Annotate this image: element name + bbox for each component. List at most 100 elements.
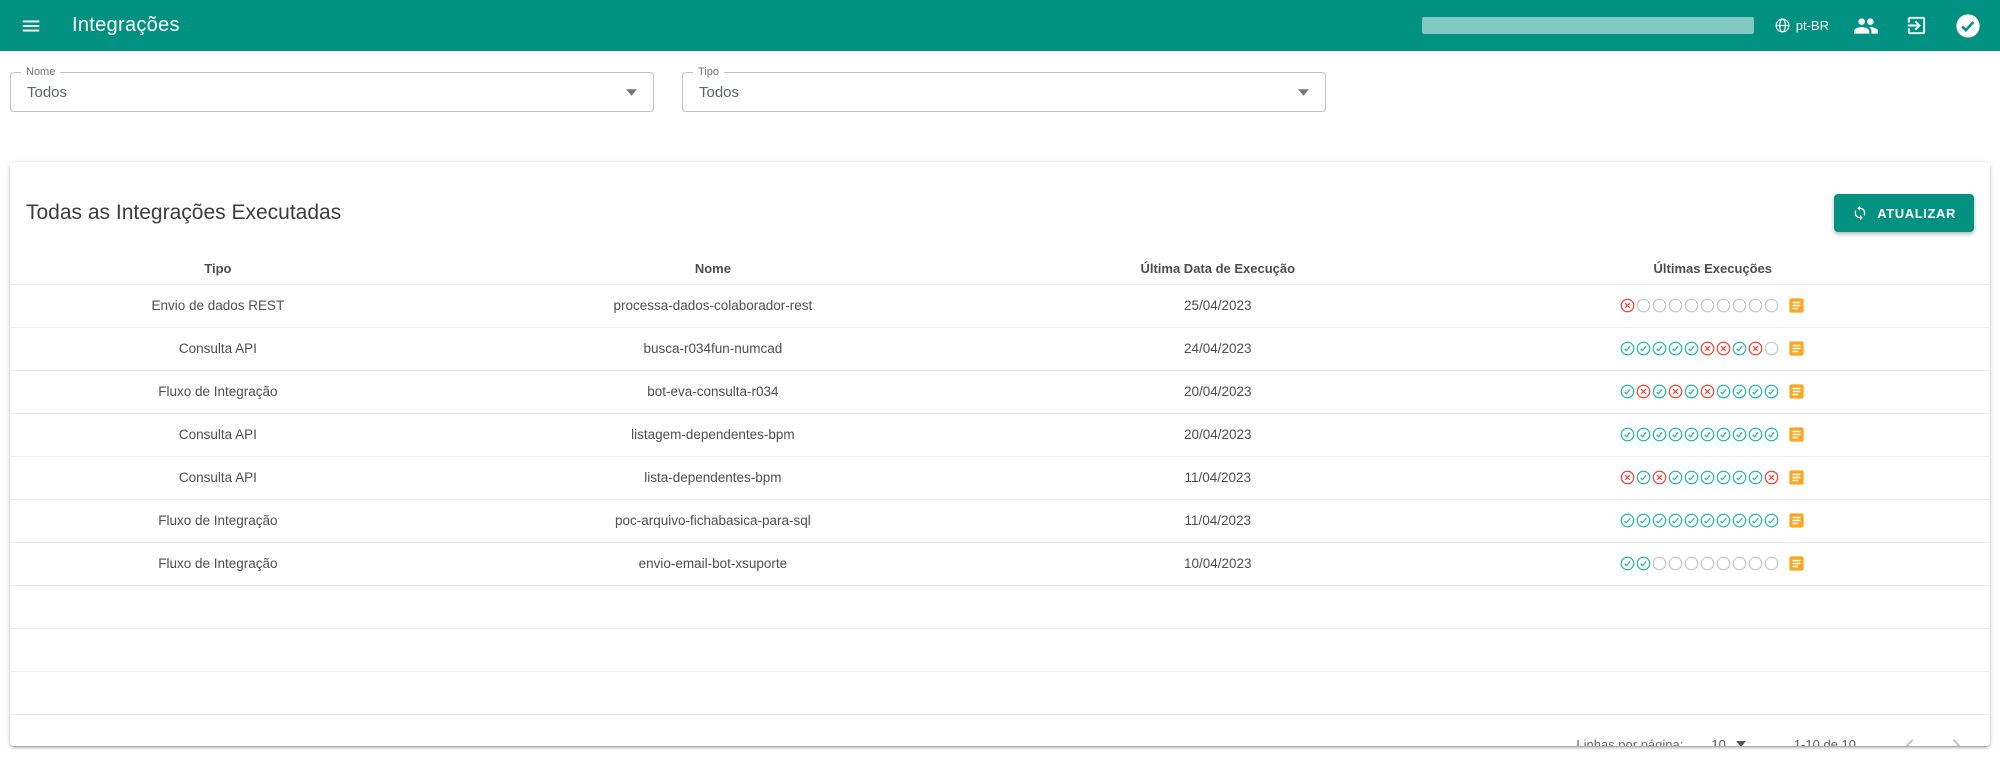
cell-ultima-data: 24/04/2023 bbox=[1183, 341, 1252, 357]
execution-empty-icon bbox=[1700, 556, 1715, 571]
table-row-empty bbox=[10, 586, 1990, 629]
cell-ultima-data: 11/04/2023 bbox=[1184, 513, 1252, 529]
execution-success-icon bbox=[1668, 341, 1683, 356]
execution-success-icon bbox=[1668, 427, 1683, 442]
exit-to-app-icon[interactable] bbox=[1905, 14, 1928, 37]
cell-nome: listagem-dependentes-bpm bbox=[631, 427, 795, 443]
pagination-bar: Linhas por página: 10 1-10 de 10 bbox=[10, 715, 1990, 746]
card-title: Todas as Integrações Executadas bbox=[26, 201, 342, 225]
execution-log-icon[interactable] bbox=[1787, 296, 1806, 315]
chevron-down-icon bbox=[1298, 88, 1309, 96]
execution-success-icon bbox=[1652, 427, 1667, 442]
execution-success-icon bbox=[1732, 427, 1747, 442]
execution-empty-icon bbox=[1748, 556, 1763, 571]
cell-nome: busca-r034fun-numcad bbox=[643, 341, 783, 357]
execution-empty-icon bbox=[1716, 556, 1731, 571]
execution-error-icon bbox=[1668, 384, 1683, 399]
table-header-row: Tipo Nome Última Data de Execução Última… bbox=[10, 253, 1990, 285]
execution-error-icon bbox=[1716, 341, 1731, 356]
execution-success-icon bbox=[1668, 470, 1683, 485]
filter-tipo-label: Tipo bbox=[693, 66, 724, 78]
user-status-check-icon[interactable] bbox=[1954, 12, 1982, 40]
chevron-right-icon[interactable] bbox=[1944, 733, 1968, 746]
execution-success-icon bbox=[1732, 384, 1747, 399]
execution-success-icon bbox=[1748, 513, 1763, 528]
cell-ultima-data: 20/04/2023 bbox=[1183, 427, 1252, 443]
execution-log-icon[interactable] bbox=[1787, 554, 1806, 573]
execution-success-icon bbox=[1636, 556, 1651, 571]
execution-success-icon bbox=[1748, 427, 1763, 442]
execution-success-icon bbox=[1732, 513, 1747, 528]
cell-nome: lista-dependentes-bpm bbox=[644, 470, 782, 486]
execution-success-icon bbox=[1652, 513, 1667, 528]
menu-icon[interactable] bbox=[20, 15, 42, 37]
people-icon[interactable] bbox=[1853, 13, 1879, 39]
execution-success-icon bbox=[1732, 341, 1747, 356]
execution-empty-icon bbox=[1668, 556, 1683, 571]
filter-nome-select[interactable]: Nome Todos bbox=[10, 66, 654, 112]
cell-tipo: Fluxo de Integração bbox=[158, 513, 278, 529]
execution-success-icon bbox=[1716, 470, 1731, 485]
execution-success-icon bbox=[1636, 341, 1651, 356]
execution-success-icon bbox=[1652, 384, 1667, 399]
cell-ultima-data: 20/04/2023 bbox=[1183, 384, 1252, 400]
execution-empty-icon bbox=[1668, 298, 1683, 313]
execution-log-icon[interactable] bbox=[1787, 382, 1806, 401]
cell-nome: envio-email-bot-xsuporte bbox=[638, 556, 788, 572]
execution-log-icon[interactable] bbox=[1787, 425, 1806, 444]
execution-empty-icon bbox=[1732, 556, 1747, 571]
execution-empty-icon bbox=[1700, 298, 1715, 313]
execution-success-icon bbox=[1764, 384, 1779, 399]
integrations-card: Todas as Integrações Executadas ATUALIZA… bbox=[10, 162, 1990, 746]
execution-success-icon bbox=[1620, 427, 1635, 442]
cell-tipo: Envio de dados REST bbox=[151, 298, 285, 314]
cell-ultima-data: 10/04/2023 bbox=[1183, 556, 1252, 572]
execution-success-icon bbox=[1684, 470, 1699, 485]
table-row: Consulta API listagem-dependentes-bpm 20… bbox=[10, 414, 1990, 457]
execution-success-icon bbox=[1620, 384, 1635, 399]
execution-success-icon bbox=[1620, 341, 1635, 356]
search-input[interactable] bbox=[1421, 17, 1754, 34]
execution-empty-icon bbox=[1764, 341, 1779, 356]
execution-empty-icon bbox=[1716, 298, 1731, 313]
page-title: Integrações bbox=[72, 14, 180, 36]
cell-ultima-data: 25/04/2023 bbox=[1183, 298, 1252, 314]
execution-success-icon bbox=[1700, 427, 1715, 442]
execution-success-icon bbox=[1732, 470, 1747, 485]
card-header: Todas as Integrações Executadas ATUALIZA… bbox=[10, 162, 1990, 253]
execution-empty-icon bbox=[1732, 298, 1747, 313]
chevron-left-icon[interactable] bbox=[1898, 733, 1922, 746]
execution-success-icon bbox=[1748, 470, 1763, 485]
execution-success-icon bbox=[1620, 513, 1635, 528]
execution-success-icon bbox=[1684, 341, 1699, 356]
locale-switcher[interactable]: pt-BR bbox=[1774, 17, 1829, 34]
cell-ultimas-execucoes bbox=[1436, 468, 1990, 487]
cell-ultimas-execucoes bbox=[1436, 425, 1990, 444]
column-header-tipo: Tipo bbox=[204, 260, 232, 276]
execution-empty-icon bbox=[1748, 298, 1763, 313]
cell-ultimas-execucoes bbox=[1436, 382, 1990, 401]
app-bar: Integrações pt-BR bbox=[0, 0, 2000, 51]
execution-log-icon[interactable] bbox=[1787, 511, 1806, 530]
sync-icon bbox=[1852, 205, 1868, 221]
filter-tipo-value: Todos bbox=[699, 83, 740, 101]
rows-per-page-label: Linhas por página: bbox=[1576, 737, 1684, 746]
execution-empty-icon bbox=[1684, 298, 1699, 313]
filter-nome-value: Todos bbox=[27, 83, 68, 101]
execution-success-icon bbox=[1652, 341, 1667, 356]
table-row: Fluxo de Integração poc-arquivo-fichabas… bbox=[10, 500, 1990, 543]
cell-nome: bot-eva-consulta-r034 bbox=[647, 384, 779, 400]
chevron-down-icon bbox=[626, 88, 637, 96]
execution-log-icon[interactable] bbox=[1787, 468, 1806, 487]
cell-tipo: Consulta API bbox=[178, 341, 257, 357]
cell-ultimas-execucoes bbox=[1436, 339, 1990, 358]
execution-error-icon bbox=[1620, 298, 1635, 313]
execution-success-icon bbox=[1764, 513, 1779, 528]
locale-label: pt-BR bbox=[1795, 18, 1829, 33]
execution-log-icon[interactable] bbox=[1787, 339, 1806, 358]
filter-tipo-select[interactable]: Tipo Todos bbox=[682, 66, 1326, 112]
execution-success-icon bbox=[1716, 384, 1731, 399]
execution-success-icon bbox=[1636, 513, 1651, 528]
refresh-button[interactable]: ATUALIZAR bbox=[1834, 194, 1974, 233]
rows-per-page-select[interactable]: 10 bbox=[1709, 734, 1747, 746]
